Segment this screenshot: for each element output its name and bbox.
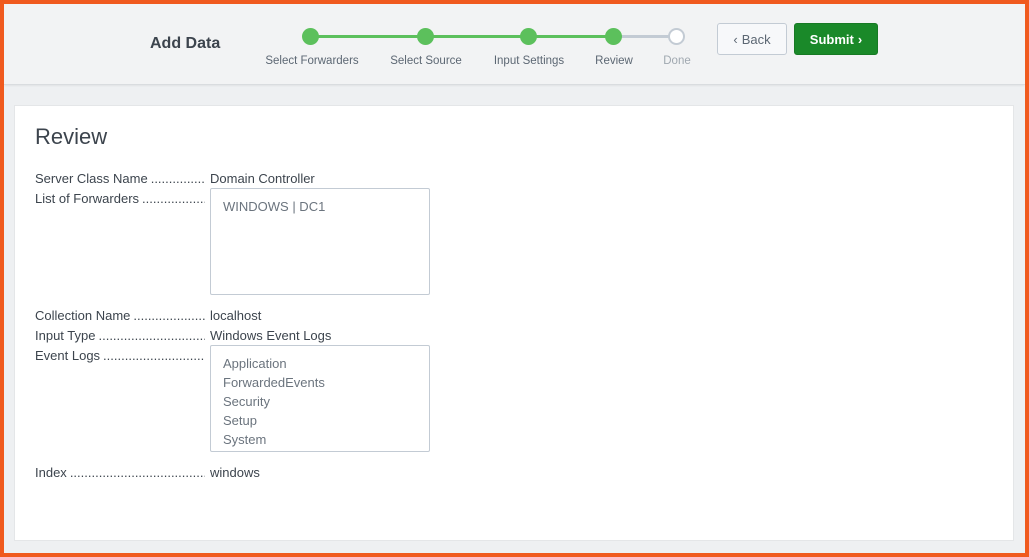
submit-button[interactable]: Submit › [794, 23, 878, 55]
list-item: Security [223, 394, 270, 409]
server-class-value: Domain Controller [210, 171, 315, 186]
forwarders-label: List of Forwarders......................… [35, 191, 205, 206]
chevron-left-icon: ‹ [733, 31, 738, 47]
step-label: Select Source [390, 55, 462, 67]
step-connector [425, 35, 528, 38]
collection-label: Collection Name.........................… [35, 308, 205, 323]
index-value: windows [210, 465, 260, 480]
review-panel: Review Server Class Name................… [14, 105, 1014, 541]
list-item: Setup [223, 413, 257, 428]
chevron-right-icon: › [857, 31, 863, 47]
step-dot-select-forwarders [302, 28, 319, 45]
step-connector [613, 35, 676, 38]
list-item: WINDOWS | DC1 [223, 199, 326, 214]
step-connector [310, 35, 425, 38]
step-label: Review [595, 55, 633, 67]
submit-button-label: Submit [809, 31, 854, 47]
index-label: Index...................................… [35, 465, 205, 480]
page-title: Add Data [150, 35, 221, 52]
step-label: Input Settings [493, 55, 565, 67]
event-logs-list[interactable]: Application ForwardedEvents Security Set… [210, 345, 430, 452]
input-type-label: Input Type..............................… [35, 328, 205, 343]
back-button-label: Back [741, 31, 771, 47]
back-button[interactable]: ‹ Back [717, 23, 787, 55]
collection-value: localhost [210, 308, 262, 323]
wizard-header: Add Data Select Forwarders Select Source… [4, 4, 1025, 85]
step-label: Select Forwarders [265, 55, 359, 67]
step-dot-done [668, 28, 685, 45]
app-window: Add Data Select Forwarders Select Source… [4, 4, 1025, 553]
list-item: Application [223, 356, 287, 371]
event-logs-label: Event Logs..............................… [35, 348, 205, 363]
list-item: ForwardedEvents [223, 375, 325, 390]
step-dot-review [605, 28, 622, 45]
server-class-label: Server Class Name.......................… [35, 171, 205, 186]
section-title: Review [35, 124, 108, 149]
step-dot-select-source [417, 28, 434, 45]
list-item: System [223, 432, 267, 447]
input-type-value: Windows Event Logs [210, 328, 332, 343]
step-label: Done [663, 55, 691, 67]
step-connector [528, 35, 613, 38]
forwarders-list[interactable]: WINDOWS | DC1 [210, 188, 430, 295]
step-dot-input-settings [520, 28, 537, 45]
